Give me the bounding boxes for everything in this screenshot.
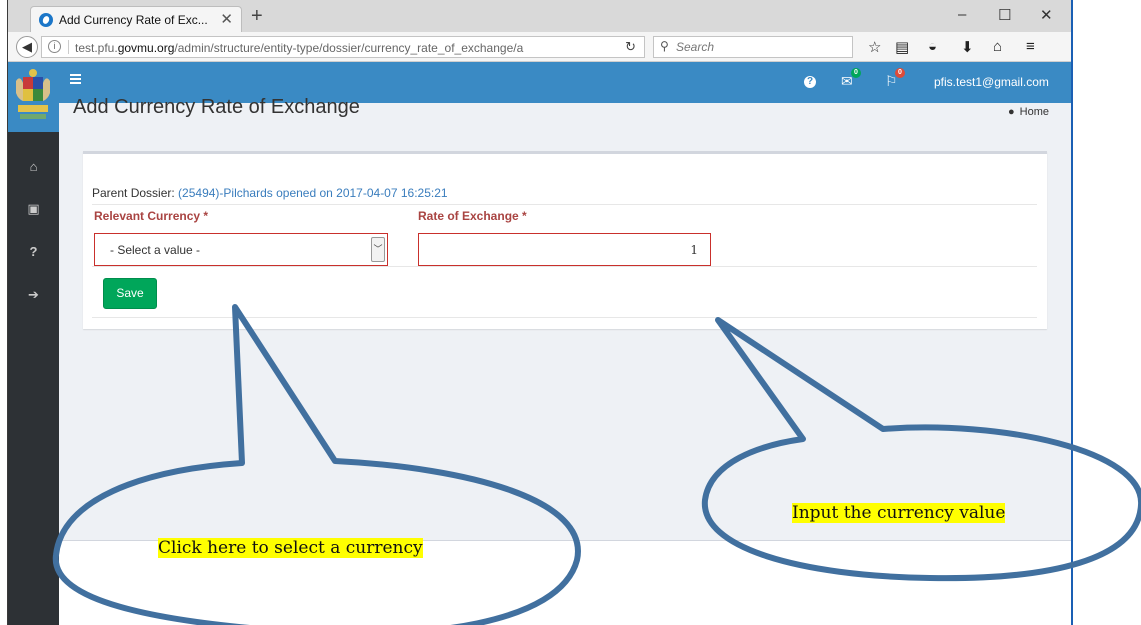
dashboard-icon: ●: [1008, 106, 1015, 118]
help-icon[interactable]: ?: [8, 244, 59, 259]
currency-hint-text: Click here to select a currency: [158, 538, 423, 558]
breadcrumb-home[interactable]: ● Home: [1008, 106, 1049, 118]
close-window-icon[interactable]: ✕: [1040, 6, 1053, 24]
currency-select[interactable]: - Select a value - ﹀: [94, 233, 388, 266]
navigation-bar: ◀ i test.pfu.govmu.org/admin/structure/e…: [8, 32, 1071, 62]
reload-icon[interactable]: ↻: [625, 39, 636, 55]
divider: [92, 204, 1037, 205]
download-icon[interactable]: ⬇: [961, 38, 974, 56]
menu-icon[interactable]: ≡: [1026, 38, 1035, 55]
pocket-icon[interactable]: ◒: [928, 38, 937, 55]
bookmark-star-icon[interactable]: ☆: [868, 38, 881, 56]
tab-title: Add Currency Rate of Exc...: [59, 13, 208, 27]
currency-label: Relevant Currency *: [94, 209, 209, 223]
url-bar[interactable]: i test.pfu.govmu.org/admin/structure/ent…: [41, 36, 645, 58]
maximize-icon[interactable]: ☐: [998, 6, 1011, 24]
page-title: Add Currency Rate of Exchange: [73, 96, 360, 118]
rate-label: Rate of Exchange *: [418, 209, 527, 223]
search-icon: ⚲: [660, 39, 669, 53]
hamburger-menu-icon[interactable]: [70, 74, 81, 86]
chevron-down-icon[interactable]: ﹀: [371, 237, 385, 262]
currency-select-value: - Select a value -: [110, 243, 201, 257]
coat-of-arms-icon: [16, 69, 50, 119]
logo[interactable]: [8, 62, 59, 132]
reading-list-icon[interactable]: ▤: [895, 38, 909, 56]
close-tab-icon[interactable]: ✕: [220, 10, 233, 28]
back-arrow-icon[interactable]: ◀: [16, 36, 38, 58]
rate-input[interactable]: 1: [418, 233, 711, 266]
parent-dossier-link[interactable]: (25494)-Pilchards opened on 2017-04-07 1…: [178, 186, 448, 200]
search-placeholder: Search: [676, 40, 715, 54]
save-button[interactable]: Save: [103, 278, 157, 309]
home-browser-icon[interactable]: ⌂: [993, 38, 1002, 55]
browser-window: Add Currency Rate of Exc... ✕ + – ☐ ✕ ◀ …: [7, 0, 1073, 625]
divider: [92, 266, 1037, 267]
minimize-icon[interactable]: –: [958, 6, 966, 23]
flags-badge: 0: [895, 68, 905, 78]
home-icon[interactable]: ⌂: [8, 159, 59, 174]
url-text[interactable]: test.pfu.govmu.org/admin/structure/entit…: [75, 41, 605, 55]
url-separator: [68, 40, 69, 54]
sidebar: ⌂ ▣ ? ➔: [8, 62, 59, 625]
drupal-favicon-icon: [39, 13, 53, 27]
rate-input-value: 1: [690, 243, 698, 257]
new-tab-button[interactable]: +: [251, 6, 263, 26]
question-help-icon[interactable]: ?: [804, 76, 816, 88]
parent-dossier: Parent Dossier: (25494)-Pilchards opened…: [92, 186, 448, 200]
divider: [92, 317, 1037, 318]
parent-dossier-label: Parent Dossier:: [92, 186, 175, 200]
logout-icon[interactable]: ➔: [8, 287, 59, 303]
info-icon[interactable]: i: [48, 40, 61, 53]
user-email[interactable]: pfis.test1@gmail.com: [934, 75, 1049, 89]
messages-badge: 0: [851, 68, 861, 78]
rate-hint-text: Input the currency value: [792, 503, 1006, 523]
browser-tab[interactable]: Add Currency Rate of Exc... ✕: [30, 6, 242, 32]
form-panel: Parent Dossier: (25494)-Pilchards opened…: [83, 151, 1047, 329]
tab-strip: Add Currency Rate of Exc... ✕ + – ☐ ✕: [8, 0, 1071, 32]
search-bar[interactable]: ⚲ Search: [653, 36, 853, 58]
breadcrumb-home-label: Home: [1019, 106, 1049, 118]
document-icon[interactable]: ▣: [8, 201, 59, 217]
